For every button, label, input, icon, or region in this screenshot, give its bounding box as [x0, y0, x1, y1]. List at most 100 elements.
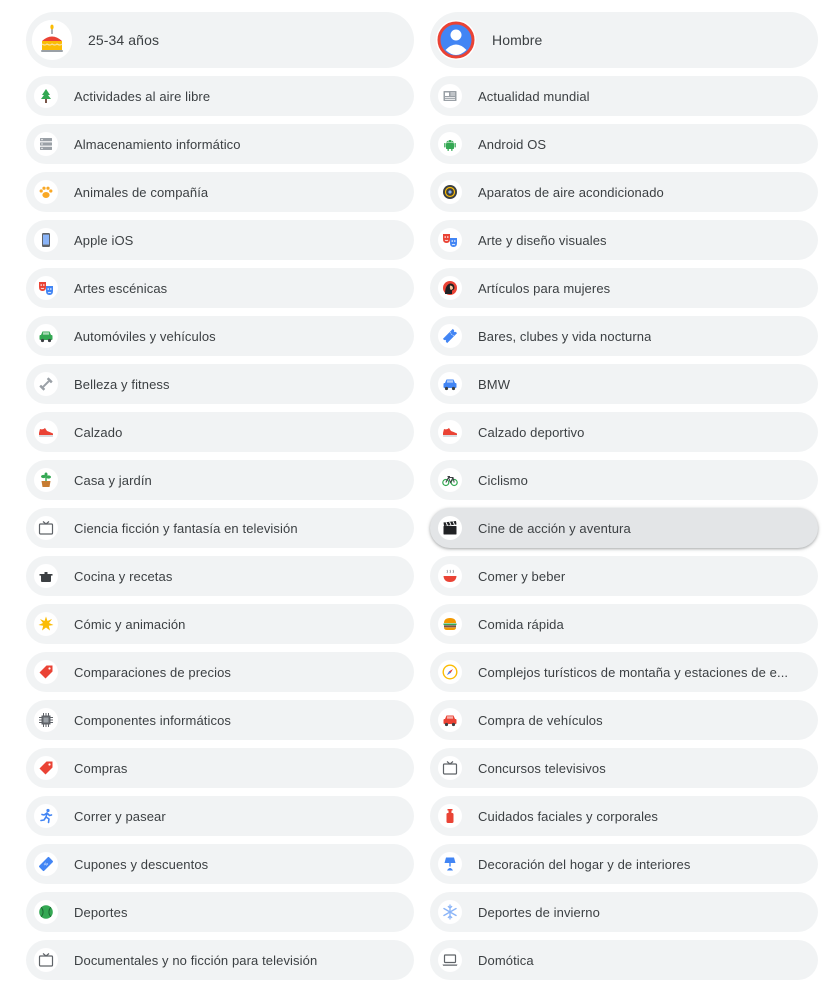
chip-label: BMW	[478, 376, 511, 392]
laptop-icon	[438, 948, 462, 972]
left-column: 25-34 años Actividades al aire libre Almac…	[26, 12, 414, 988]
interest-footwear[interactable]: Calzado	[26, 412, 414, 452]
interest-fitness[interactable]: Belleza y fitness	[26, 364, 414, 404]
burger-icon	[438, 612, 462, 636]
chip-label: Comparaciones de precios	[74, 664, 232, 680]
price-tag-icon	[34, 660, 58, 684]
interest-home-garden[interactable]: Casa y jardín	[26, 460, 414, 500]
chip-label: Comer y beber	[478, 568, 566, 584]
soup-bowl-icon	[438, 564, 462, 588]
interest-athletic-footwear[interactable]: Calzado deportivo	[430, 412, 818, 452]
interest-air-conditioning[interactable]: Aparatos de aire acondicionado	[430, 172, 818, 212]
interest-ios[interactable]: Apple iOS	[26, 220, 414, 260]
lotion-bottle-icon	[438, 804, 462, 828]
chip-label: Domótica	[478, 952, 534, 968]
chip-label: Cocina y recetas	[74, 568, 173, 584]
interest-ski-resorts[interactable]: Complejos turísticos de montaña y estaci…	[430, 652, 818, 692]
chip-label: Complejos turísticos de montaña y estaci…	[478, 664, 789, 680]
interest-skin-care[interactable]: Cuidados faciales y corporales	[430, 796, 818, 836]
interest-pets[interactable]: Animales de compañía	[26, 172, 414, 212]
interest-comics[interactable]: Cómic y animación	[26, 604, 414, 644]
chip-label: Actualidad mundial	[478, 88, 590, 104]
chip-label: Animales de compañía	[74, 184, 209, 200]
chip-label: Aparatos de aire acondicionado	[478, 184, 664, 200]
ticket-icon	[438, 324, 462, 348]
interest-world-news[interactable]: Actualidad mundial	[430, 76, 818, 116]
interest-price-comparison[interactable]: Comparaciones de precios	[26, 652, 414, 692]
chip-label: Documentales y no ficción para televisió…	[74, 952, 318, 968]
air-conditioner-icon	[438, 180, 462, 204]
chip-label: Hombre	[492, 32, 543, 48]
chip-label: Android OS	[478, 136, 547, 152]
interest-womens-items[interactable]: Artículos para mujeres	[430, 268, 818, 308]
interest-chip-grid: 25-34 años Actividades al aire libre Almac…	[26, 12, 818, 988]
chip-label: Arte y diseño visuales	[478, 232, 607, 248]
interest-autos[interactable]: Automóviles y vehículos	[26, 316, 414, 356]
interest-storage[interactable]: Almacenamiento informático	[26, 124, 414, 164]
interest-coupons[interactable]: % Cupones y descuentos	[26, 844, 414, 884]
chip-label: Belleza y fitness	[74, 376, 170, 392]
interest-components[interactable]: Componentes informáticos	[26, 700, 414, 740]
newspaper-icon	[438, 84, 462, 108]
interest-winter-sports[interactable]: Deportes de invierno	[430, 892, 818, 932]
theater-masks-icon	[34, 276, 58, 300]
right-column: Hombre Actualidad mundial Android OS Aparat…	[430, 12, 818, 988]
interest-bmw[interactable]: BMW	[430, 364, 818, 404]
interest-documentaries[interactable]: Documentales y no ficción para televisió…	[26, 940, 414, 980]
interest-home-automation[interactable]: Domótica	[430, 940, 818, 980]
interest-android[interactable]: Android OS	[430, 124, 818, 164]
price-tag-icon	[34, 756, 58, 780]
clapperboard-icon	[438, 516, 462, 540]
running-person-icon	[34, 804, 58, 828]
age-chip[interactable]: 25-34 años	[26, 12, 414, 68]
interest-outdoor[interactable]: Actividades al aire libre	[26, 76, 414, 116]
chip-label: Comida rápida	[478, 616, 564, 632]
tree-icon	[34, 84, 58, 108]
interest-visual-arts[interactable]: Arte y diseño visuales	[430, 220, 818, 260]
chip-label: Actividades al aire libre	[74, 88, 211, 104]
chip-label: Calzado deportivo	[478, 424, 585, 440]
interest-running[interactable]: Correr y pasear	[26, 796, 414, 836]
chip-label: Apple iOS	[74, 232, 134, 248]
interest-game-shows[interactable]: Concursos televisivos	[430, 748, 818, 788]
theater-masks-icon	[438, 228, 462, 252]
smartphone-icon	[34, 228, 58, 252]
interest-vehicle-shopping[interactable]: Compra de vehículos	[430, 700, 818, 740]
blue-car-icon	[438, 372, 462, 396]
interest-cycling[interactable]: Ciclismo	[430, 460, 818, 500]
chip-label: 25-34 años	[88, 32, 160, 48]
interest-sports[interactable]: Deportes	[26, 892, 414, 932]
chip-icon	[34, 708, 58, 732]
tv-icon	[34, 948, 58, 972]
chip-label: Casa y jardín	[74, 472, 152, 488]
interest-nightlife[interactable]: Bares, clubes y vida nocturna	[430, 316, 818, 356]
cake-icon	[32, 20, 72, 60]
sneaker-icon	[438, 420, 462, 444]
interest-fast-food[interactable]: Comida rápida	[430, 604, 818, 644]
chip-label: Decoración del hogar y de interiores	[478, 856, 691, 872]
interest-shopping[interactable]: Compras	[26, 748, 414, 788]
starburst-icon	[34, 612, 58, 636]
interest-home-decor[interactable]: Decoración del hogar y de interiores	[430, 844, 818, 884]
chip-label: Artes escénicas	[74, 280, 168, 296]
woman-profile-icon	[438, 276, 462, 300]
interest-scifi-tv[interactable]: Ciencia ficción y fantasía en televisión	[26, 508, 414, 548]
chip-label: Cine de acción y aventura	[478, 520, 631, 536]
chip-label: Ciencia ficción y fantasía en televisión	[74, 520, 298, 536]
chip-label: Cupones y descuentos	[74, 856, 209, 872]
dumbbell-icon	[34, 372, 58, 396]
storage-icon	[34, 132, 58, 156]
interest-action-movies[interactable]: Cine de acción y aventura	[430, 508, 818, 548]
chip-label: Calzado	[74, 424, 123, 440]
chip-label: Cómic y animación	[74, 616, 186, 632]
gender-chip[interactable]: Hombre	[430, 12, 818, 68]
interest-performing-arts[interactable]: Artes escénicas	[26, 268, 414, 308]
interest-food-drink[interactable]: Comer y beber	[430, 556, 818, 596]
interest-cooking[interactable]: Cocina y recetas	[26, 556, 414, 596]
bicycle-icon	[438, 468, 462, 492]
green-car-icon	[34, 324, 58, 348]
lamp-icon	[438, 852, 462, 876]
tv-icon	[438, 756, 462, 780]
chip-label: Concursos televisivos	[478, 760, 606, 776]
chip-label: Compras	[74, 760, 128, 776]
